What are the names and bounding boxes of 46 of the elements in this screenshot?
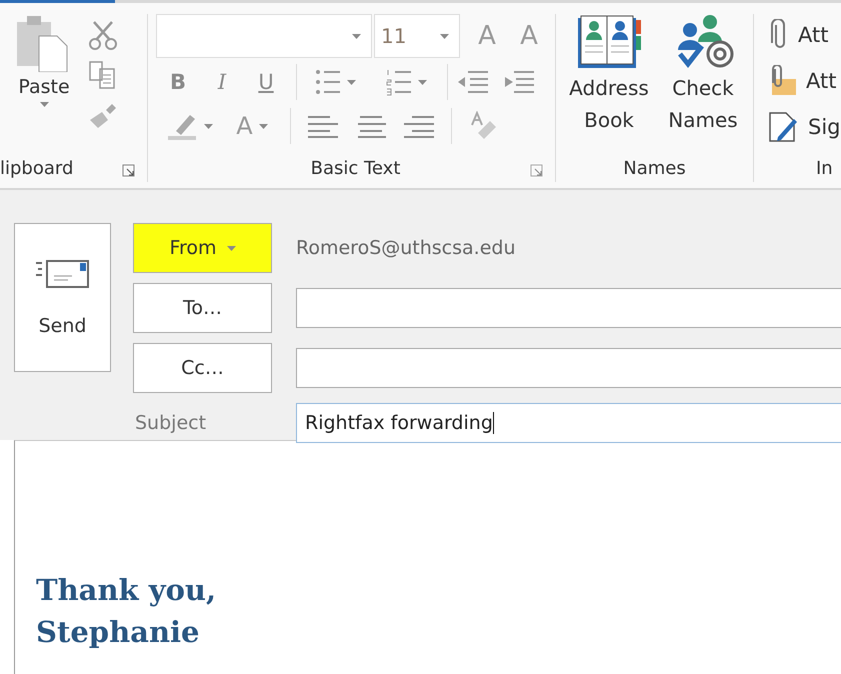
from-button[interactable]: From xyxy=(133,223,272,273)
cc-button[interactable]: Cc… xyxy=(133,343,272,393)
caret-icon xyxy=(418,80,426,84)
to-field[interactable] xyxy=(296,288,841,328)
send-button[interactable]: Send xyxy=(14,223,111,372)
signature-line: Thank you, xyxy=(36,572,218,609)
signature-pen-icon xyxy=(768,111,800,143)
font-name-combo[interactable] xyxy=(156,14,372,58)
group-label: Names xyxy=(623,158,686,179)
paste-button[interactable]: Paste xyxy=(0,14,88,156)
group-label: In xyxy=(816,158,833,179)
outdent-icon[interactable] xyxy=(456,70,490,94)
align-center-icon[interactable] xyxy=(356,114,386,138)
attach-file-button[interactable]: Att xyxy=(768,14,841,56)
address-book-button[interactable]: Address Book xyxy=(562,14,656,156)
address-book-icon xyxy=(576,14,642,70)
indent-icon[interactable] xyxy=(502,70,536,94)
group-label: Basic Text xyxy=(310,158,400,179)
eraser-icon[interactable] xyxy=(468,111,498,141)
caret-icon xyxy=(346,80,356,84)
align-left-icon[interactable] xyxy=(308,114,338,138)
check-names-button[interactable]: Check Names xyxy=(656,14,750,156)
bullet-list-icon xyxy=(314,68,340,96)
numbered-list-icon xyxy=(386,68,412,96)
dialog-launcher-icon[interactable] xyxy=(122,164,135,177)
group-label: lipboard xyxy=(0,158,74,179)
attach-item-button[interactable]: Att xyxy=(768,60,841,102)
subject-field[interactable]: Rightfax forwarding xyxy=(296,403,841,443)
to-button[interactable]: To… xyxy=(133,283,272,333)
signature-line: Stephanie xyxy=(36,614,200,651)
dialog-launcher-icon[interactable] xyxy=(530,164,543,177)
caret-icon xyxy=(258,124,268,128)
caret-icon xyxy=(440,34,449,38)
cc-field[interactable] xyxy=(296,348,841,388)
copy-icon[interactable] xyxy=(88,60,118,90)
subject-label: Subject xyxy=(134,412,208,434)
scissors-icon[interactable] xyxy=(88,20,118,50)
font-size-combo[interactable]: 11 xyxy=(374,14,460,58)
envelope-icon xyxy=(36,258,90,288)
align-right-icon[interactable] xyxy=(404,114,434,138)
caret-icon xyxy=(226,246,236,250)
caret-icon xyxy=(204,124,212,128)
signature-button[interactable]: Sig xyxy=(768,106,841,148)
from-address: RomeroS@uthscsa.edu xyxy=(296,237,517,259)
caret-icon xyxy=(352,34,361,38)
caret-icon xyxy=(40,102,48,107)
